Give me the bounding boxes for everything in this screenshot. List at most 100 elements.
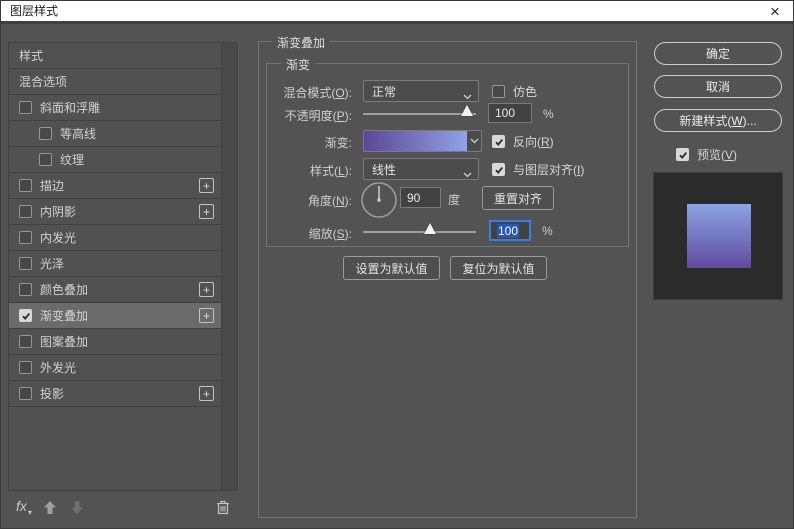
sidebar-item-contour[interactable]: 等高线: [9, 121, 221, 147]
align-with-layer-label: 与图层对齐(I): [513, 163, 585, 177]
checkbox-unchecked[interactable]: [19, 361, 32, 374]
sidebar-item-gradient-overlay[interactable]: 渐变叠加 +: [9, 303, 221, 329]
align-with-layer-option[interactable]: 与图层对齐(I): [492, 161, 584, 178]
sidebar-item-label: 投影: [40, 387, 65, 401]
sidebar-item-label: 样式: [19, 49, 44, 63]
sidebar-item-pattern-overlay[interactable]: 图案叠加: [9, 329, 221, 355]
sidebar-item-label: 渐变叠加: [40, 309, 89, 323]
gradient-swatch[interactable]: [363, 130, 468, 152]
checkbox-unchecked[interactable]: [19, 387, 32, 400]
scale-unit: %: [542, 224, 553, 238]
scale-slider-thumb[interactable]: [424, 223, 436, 234]
reverse-checkbox[interactable]: [492, 135, 505, 148]
checkbox-checked[interactable]: [19, 309, 32, 322]
checkbox-unchecked[interactable]: [39, 127, 52, 140]
sidebar-item-color-overlay[interactable]: 颜色叠加 +: [9, 277, 221, 303]
gradient-style-select[interactable]: 线性: [363, 158, 479, 180]
sidebar-item-outer-glow[interactable]: 外发光: [9, 355, 221, 381]
preview-label: 预览(V): [697, 148, 738, 162]
dither-label: 仿色: [513, 85, 538, 99]
checkbox-unchecked[interactable]: [19, 205, 32, 218]
sidebar-item-label: 内阴影: [40, 205, 77, 219]
add-instance-icon[interactable]: +: [199, 386, 214, 401]
style-preview-thumbnail: [687, 204, 751, 268]
scale-slider[interactable]: [363, 231, 476, 233]
sidebar-item-label: 内发光: [40, 231, 77, 245]
set-as-default-button[interactable]: 设置为默认值: [343, 256, 440, 280]
sidebar-item-styles[interactable]: 样式: [9, 43, 221, 69]
align-with-layer-checkbox[interactable]: [492, 163, 505, 176]
window-title: 图层样式: [10, 4, 59, 18]
add-instance-icon[interactable]: +: [199, 204, 214, 219]
sidebar-item-texture[interactable]: 纹理: [9, 147, 221, 173]
new-style-button[interactable]: 新建样式(W)...: [654, 109, 782, 132]
opacity-slider[interactable]: [363, 113, 476, 115]
checkbox-unchecked[interactable]: [19, 231, 32, 244]
opacity-slider-thumb[interactable]: [461, 105, 473, 116]
sidebar-item-label: 等高线: [60, 127, 97, 141]
sidebar-item-blending-options[interactable]: 混合选项: [9, 69, 221, 95]
style-preview-panel: [653, 172, 783, 300]
blend-mode-value: 正常: [372, 84, 397, 99]
title-bar: 图层样式: [0, 0, 794, 24]
sidebar-item-inner-shadow[interactable]: 内阴影 +: [9, 199, 221, 225]
sidebar-item-label: 颜色叠加: [40, 283, 89, 297]
sidebar-item-label: 外发光: [40, 361, 77, 375]
blend-mode-select[interactable]: 正常: [363, 80, 479, 102]
checkbox-unchecked[interactable]: [19, 335, 32, 348]
sidebar-item-label: 斜面和浮雕: [40, 101, 101, 115]
sidebar-item-drop-shadow[interactable]: 投影 +: [9, 381, 221, 407]
delete-effect-icon[interactable]: [215, 499, 231, 519]
preview-option[interactable]: 预览(V): [676, 146, 737, 163]
reverse-option[interactable]: 反向(R): [492, 133, 554, 150]
scale-label: 缩放(S):: [308, 227, 352, 241]
checkbox-unchecked[interactable]: [19, 283, 32, 296]
sidebar-item-label: 纹理: [60, 153, 85, 167]
opacity-input[interactable]: 100: [488, 103, 532, 123]
fx-menu-button[interactable]: fx▾: [16, 498, 32, 517]
add-instance-icon[interactable]: +: [199, 282, 214, 297]
angle-input[interactable]: 90: [400, 187, 441, 208]
angle-unit: 度: [448, 193, 461, 207]
cancel-button[interactable]: 取消: [654, 75, 782, 98]
scale-input[interactable]: 100: [489, 220, 531, 241]
opacity-label: 不透明度(P):: [284, 109, 352, 123]
preview-checkbox[interactable]: [676, 148, 689, 161]
sidebar-item-label: 描边: [40, 179, 65, 193]
checkbox-unchecked[interactable]: [19, 257, 32, 270]
move-effect-up-icon[interactable]: [42, 500, 58, 518]
sidebar-item-label: 光泽: [40, 257, 65, 271]
reverse-label: 反向(R): [513, 135, 554, 149]
blend-mode-label: 混合模式(O):: [283, 86, 352, 100]
fx-icon: fx: [16, 498, 27, 514]
sidebar-scrollbar[interactable]: [222, 42, 238, 491]
style-label: 样式(L):: [309, 164, 352, 178]
opacity-unit: %: [543, 107, 554, 121]
sidebar-item-satin[interactable]: 光泽: [9, 251, 221, 277]
sidebar-item-stroke[interactable]: 描边 +: [9, 173, 221, 199]
checkbox-unchecked[interactable]: [19, 179, 32, 192]
effects-list: 样式 混合选项 斜面和浮雕 等高线 纹理 描边 + 内阴影 + 内发光 光泽 颜…: [8, 42, 222, 491]
ok-button[interactable]: 确定: [654, 42, 782, 65]
reset-alignment-button[interactable]: 重置对齐: [482, 186, 554, 210]
move-effect-down-icon[interactable]: [69, 500, 85, 518]
sidebar-item-label: 图案叠加: [40, 335, 89, 349]
close-icon[interactable]: ×: [764, 1, 786, 21]
checkbox-unchecked[interactable]: [39, 153, 52, 166]
add-instance-icon[interactable]: +: [199, 178, 214, 193]
dither-checkbox[interactable]: [492, 85, 505, 98]
chevron-down-icon: [463, 89, 472, 103]
sidebar-item-label: 混合选项: [19, 75, 68, 89]
group-title: 渐变叠加: [272, 34, 331, 51]
subgroup-title: 渐变: [281, 56, 316, 73]
add-instance-icon[interactable]: +: [199, 308, 214, 323]
angle-dial[interactable]: [360, 181, 398, 222]
gradient-picker-chevron[interactable]: [467, 130, 482, 152]
reset-to-default-button[interactable]: 复位为默认值: [450, 256, 547, 280]
gradient-style-value: 线性: [372, 162, 397, 177]
dither-option[interactable]: 仿色: [492, 83, 537, 100]
chevron-down-icon: [463, 167, 472, 181]
sidebar-item-bevel-emboss[interactable]: 斜面和浮雕: [9, 95, 221, 121]
checkbox-unchecked[interactable]: [19, 101, 32, 114]
sidebar-item-inner-glow[interactable]: 内发光: [9, 225, 221, 251]
